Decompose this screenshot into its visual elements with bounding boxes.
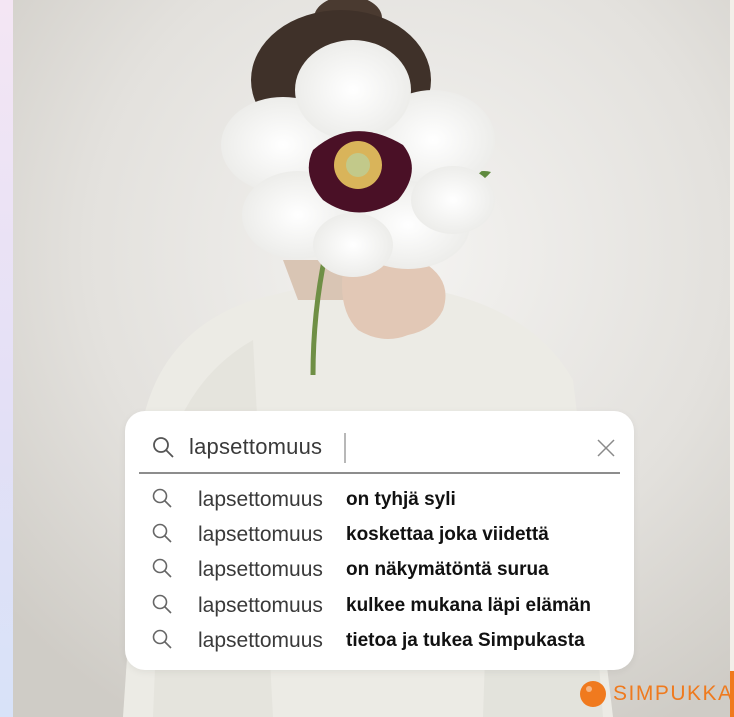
- suggestion-item[interactable]: lapsettomuus on tyhjä syli: [149, 483, 629, 515]
- search-divider: [139, 472, 620, 474]
- search-bar[interactable]: lapsettomuus: [139, 425, 619, 471]
- suggestion-completion: on tyhjä syli: [346, 489, 456, 510]
- text-caret: [344, 433, 346, 463]
- suggestion-item[interactable]: lapsettomuus kulkee mukana läpi elämän: [149, 589, 629, 621]
- suggestion-completion: on näkymätöntä surua: [346, 559, 549, 580]
- logo-mark: [580, 681, 606, 707]
- search-icon: [152, 488, 172, 508]
- left-gradient-strip: [0, 0, 13, 717]
- suggestion-base: lapsettomuus: [198, 558, 323, 581]
- suggestion-base: lapsettomuus: [198, 488, 323, 511]
- search-card: lapsettomuus lapsettomuus on tyhjä syli …: [125, 411, 634, 670]
- search-icon: [152, 558, 172, 578]
- search-input[interactable]: lapsettomuus: [189, 434, 322, 460]
- brand-edge-accent: [730, 671, 734, 717]
- suggestion-completion: kulkee mukana läpi elämän: [346, 595, 592, 616]
- search-icon: [152, 523, 172, 543]
- suggestion-item[interactable]: lapsettomuus on näkymätöntä surua: [149, 553, 629, 585]
- search-icon: [152, 629, 172, 649]
- logo-text: SIMPUKKA: [613, 682, 734, 705]
- search-icon: [153, 437, 174, 458]
- suggestion-completion: koskettaa joka viidettä: [346, 524, 549, 545]
- right-edge-strip: [730, 0, 734, 717]
- suggestion-completion: tietoa ja tukea Simpukasta: [346, 630, 585, 651]
- suggestion-base: lapsettomuus: [198, 594, 323, 617]
- close-icon[interactable]: [595, 437, 617, 459]
- search-icon: [152, 594, 172, 614]
- suggestion-base: lapsettomuus: [198, 523, 323, 546]
- suggestion-item[interactable]: lapsettomuus koskettaa joka viidettä: [149, 518, 629, 550]
- simpukka-logo: SIMPUKKA: [580, 681, 732, 707]
- suggestion-base: lapsettomuus: [198, 629, 323, 652]
- suggestion-item[interactable]: lapsettomuus tietoa ja tukea Simpukasta: [149, 624, 629, 656]
